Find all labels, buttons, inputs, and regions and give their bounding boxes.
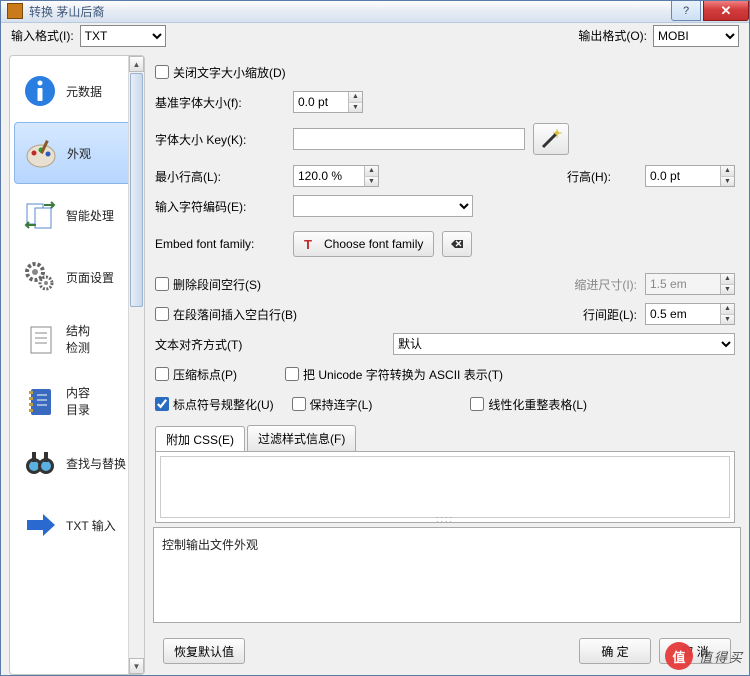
insert-blank-line-checkbox[interactable]: 在段落间插入空白行(B)	[155, 306, 297, 323]
scroll-down-icon[interactable]: ▼	[129, 658, 144, 674]
compress-punct-checkbox[interactable]: 压缩标点(P)	[155, 366, 237, 383]
info-icon	[22, 73, 58, 109]
gears-icon	[22, 259, 58, 295]
input-encoding-select[interactable]	[293, 195, 473, 217]
titlebar: 转换 茅山后裔 ? ✕	[1, 1, 749, 23]
sidebar-item-label: 智能处理	[66, 207, 114, 224]
binoculars-icon	[22, 445, 58, 481]
keep-ligatures-checkbox[interactable]: 保持连字(L)	[292, 396, 373, 413]
document-icon	[22, 321, 58, 357]
main-panel: 关闭文字大小缩放(D) 基准字体大小(f): ▲▼ 字体大小 Key(K): 最…	[153, 55, 741, 675]
window: 转换 茅山后裔 ? ✕ 输入格式(I): TXT 输出格式(O): MOBI 元…	[0, 0, 750, 676]
clear-font-button[interactable]	[442, 231, 472, 257]
input-format-select[interactable]: TXT	[80, 25, 166, 47]
app-icon	[7, 3, 23, 19]
svg-text:T: T	[304, 237, 312, 251]
sidebar-item-label: 元数据	[66, 83, 102, 100]
format-bar: 输入格式(I): TXT 输出格式(O): MOBI	[1, 23, 749, 49]
font-size-key-input[interactable]	[293, 128, 525, 150]
description-box: 控制输出文件外观	[153, 527, 741, 623]
sidebar-item-txt-input[interactable]: TXT 输入	[14, 494, 140, 556]
scroll-up-icon[interactable]: ▲	[129, 56, 144, 72]
sidebar-item-label: 结构 检测	[66, 322, 90, 356]
palette-icon	[23, 135, 59, 171]
embed-font-label: Embed font family:	[155, 237, 285, 251]
extra-css-textarea[interactable]: ::::	[155, 451, 735, 523]
sidebar-item-label: 内容 目录	[66, 384, 90, 418]
base-font-size-spinner[interactable]: ▲▼	[293, 91, 363, 113]
choose-font-button[interactable]: TChoose font family	[293, 231, 434, 257]
text-align-select[interactable]: 默认	[393, 333, 735, 355]
sidebar-item-label: 页面设置	[66, 269, 114, 286]
restore-defaults-button[interactable]: 恢复默认值	[163, 638, 245, 664]
sidebar-scrollbar[interactable]: ▲ ▼	[128, 56, 144, 674]
notebook-icon	[22, 383, 58, 419]
wizard-button[interactable]	[533, 123, 569, 155]
sidebar-item-label: TXT 输入	[66, 517, 116, 534]
footer: 恢复默认值 确 定 取 消	[153, 627, 741, 675]
input-encoding-label: 输入字符编码(E):	[155, 198, 285, 215]
sidebar-item-search-replace[interactable]: 查找与替换	[14, 432, 140, 494]
normalize-punct-checkbox[interactable]: 标点符号规整化(U)	[155, 396, 274, 413]
min-line-height-label: 最小行高(L):	[155, 168, 285, 185]
sidebar-item-page-setup[interactable]: 页面设置	[14, 246, 140, 308]
remove-blank-lines-checkbox[interactable]: 删除段间空行(S)	[155, 276, 261, 293]
tab-filter-style[interactable]: 过滤样式信息(F)	[247, 425, 356, 451]
base-font-size-label: 基准字体大小(f):	[155, 94, 285, 111]
scrollbar-thumb[interactable]	[130, 73, 143, 307]
sidebar-item-structure[interactable]: 结构 检测	[14, 308, 140, 370]
arrow-right-icon	[22, 507, 58, 543]
settings-panel: 关闭文字大小缩放(D) 基准字体大小(f): ▲▼ 字体大小 Key(K): 最…	[153, 55, 741, 523]
linearize-tables-checkbox[interactable]: 线性化重整表格(L)	[470, 396, 587, 413]
window-buttons: ? ✕	[671, 1, 749, 21]
cancel-button[interactable]: 取 消	[659, 638, 731, 664]
sidebar-item-toc[interactable]: 内容 目录	[14, 370, 140, 432]
font-size-key-label: 字体大小 Key(K):	[155, 131, 285, 148]
tab-extra-css[interactable]: 附加 CSS(E)	[155, 426, 245, 452]
sidebar-item-look-feel[interactable]: 外观	[14, 122, 140, 184]
disable-font-rescaling-checkbox[interactable]: 关闭文字大小缩放(D)	[155, 64, 286, 81]
input-format-label: 输入格式(I):	[11, 27, 74, 44]
sidebar-item-heuristic[interactable]: 智能处理	[14, 184, 140, 246]
sidebar: 元数据 外观 智能处理 页面设置 结构 检测	[9, 55, 145, 675]
pages-swap-icon	[22, 197, 58, 233]
indent-size-spinner: ▲▼	[645, 273, 735, 295]
output-format-select[interactable]: MOBI	[653, 25, 739, 47]
sidebar-item-metadata[interactable]: 元数据	[14, 60, 140, 122]
unicode-to-ascii-checkbox[interactable]: 把 Unicode 字符转换为 ASCII 表示(T)	[285, 366, 503, 383]
output-format-label: 输出格式(O):	[578, 27, 647, 44]
sidebar-item-label: 外观	[67, 145, 91, 162]
line-spacing-spinner[interactable]: ▲▼	[645, 303, 735, 325]
window-title: 转换 茅山后裔	[29, 3, 671, 20]
close-button[interactable]: ✕	[703, 1, 749, 21]
help-button[interactable]: ?	[671, 1, 701, 21]
line-height-label: 行高(H):	[567, 168, 637, 185]
line-height-spinner[interactable]: ▲▼	[645, 165, 735, 187]
indent-size-label: 缩进尺寸(I):	[574, 276, 637, 293]
body: 元数据 外观 智能处理 页面设置 结构 检测	[1, 49, 749, 675]
gripper-icon[interactable]: ::::	[436, 514, 454, 524]
sidebar-item-label: 查找与替换	[66, 455, 126, 472]
text-align-label: 文本对齐方式(T)	[155, 336, 385, 353]
ok-button[interactable]: 确 定	[579, 638, 651, 664]
min-line-height-spinner[interactable]: ▲▼	[293, 165, 379, 187]
line-spacing-label: 行间距(L):	[583, 306, 637, 323]
css-tabs: 附加 CSS(E) 过滤样式信息(F)	[155, 425, 735, 451]
